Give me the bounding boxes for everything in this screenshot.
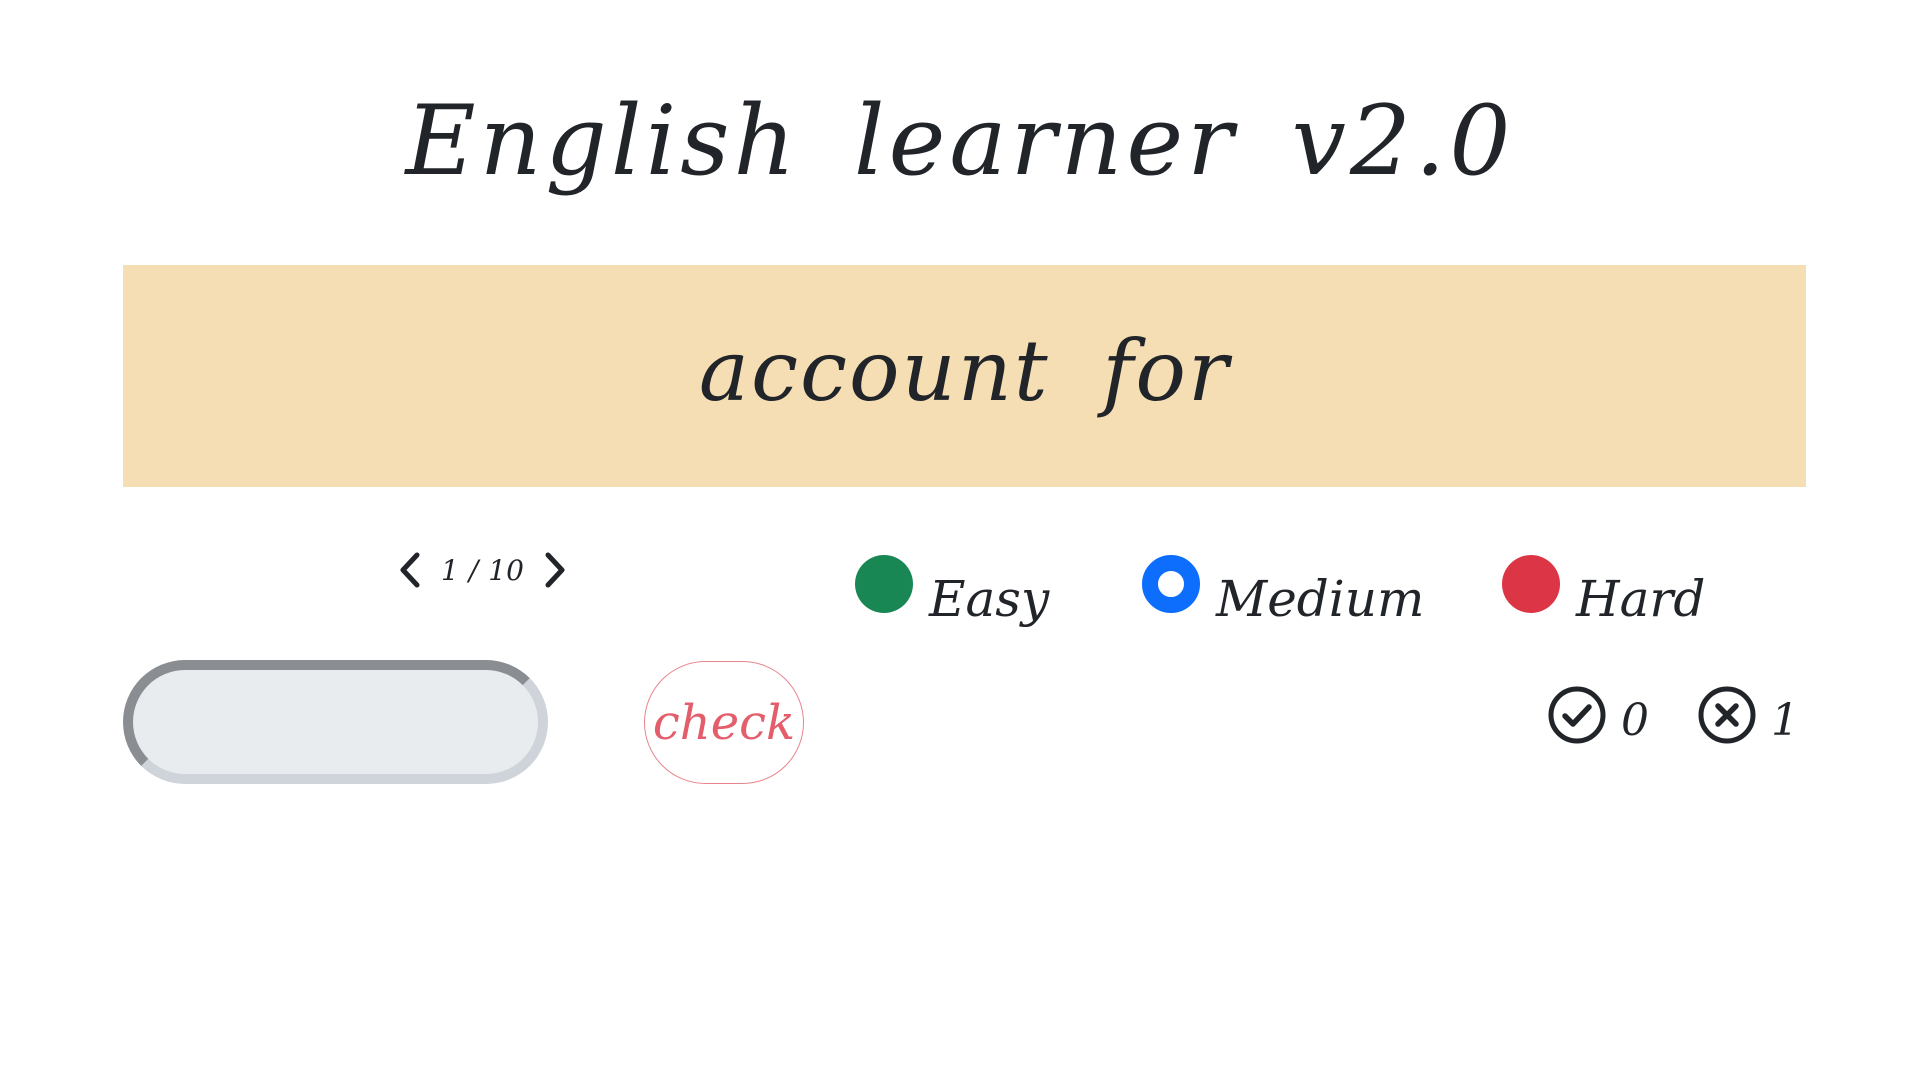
wrong-score: 1	[1697, 685, 1799, 749]
x-circle-icon	[1697, 685, 1757, 749]
pager-total: 10	[488, 553, 524, 587]
easy-label: Easy	[929, 570, 1050, 628]
medium-radio[interactable]	[1142, 555, 1200, 613]
pager: 1 / 10	[395, 545, 570, 595]
word-text: account for	[698, 322, 1231, 420]
check-button[interactable]: check	[644, 661, 804, 784]
hard-label: Hard	[1576, 570, 1706, 628]
answer-input[interactable]	[123, 660, 548, 784]
difficulty-easy[interactable]: Easy	[855, 540, 1049, 628]
word-card: account for	[123, 265, 1806, 487]
difficulty-medium[interactable]: Medium	[1142, 540, 1424, 628]
chevron-left-icon[interactable]	[395, 550, 425, 590]
correct-count: 0	[1621, 694, 1649, 746]
correct-score: 0	[1547, 685, 1649, 749]
hard-radio[interactable]	[1502, 555, 1560, 613]
pager-text: 1 / 10	[441, 554, 524, 587]
medium-label: Medium	[1216, 570, 1425, 628]
app-title: English learner v2.0	[405, 85, 1515, 198]
page: English learner v2.0 account for 1 / 10 …	[0, 0, 1920, 1080]
pager-current: 1	[441, 553, 459, 587]
easy-radio[interactable]	[855, 555, 913, 613]
difficulty-hard[interactable]: Hard	[1502, 540, 1705, 628]
chevron-right-icon[interactable]	[540, 550, 570, 590]
check-circle-icon	[1547, 685, 1607, 749]
pager-separator: /	[468, 553, 479, 587]
wrong-count: 1	[1771, 694, 1799, 746]
